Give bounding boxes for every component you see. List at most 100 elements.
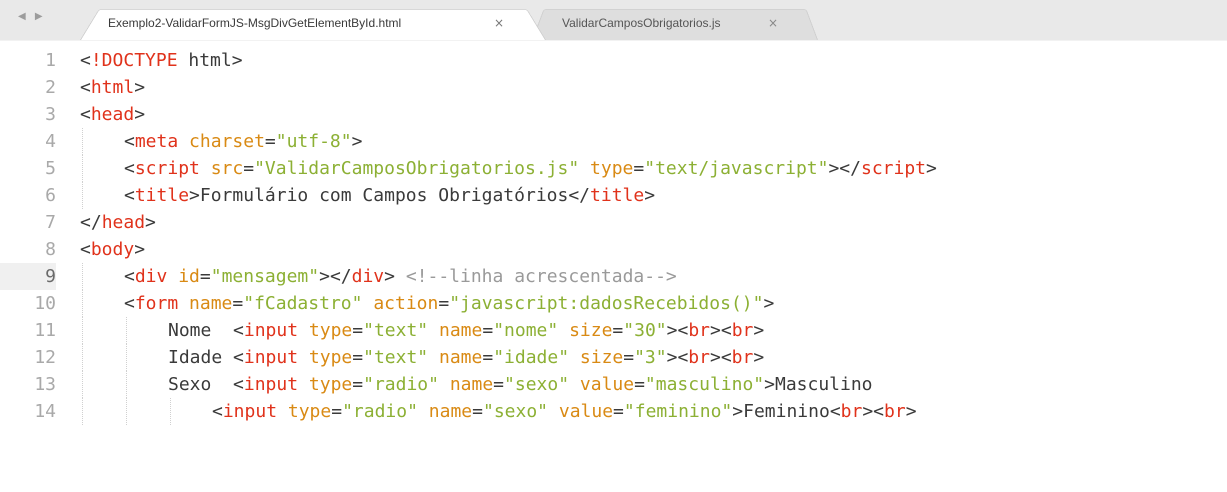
code-comment: <!--linha acrescentada--> [405, 266, 677, 287]
code-attribute: size [579, 347, 624, 368]
code-punctuation: = [472, 401, 483, 422]
code-punctuation: > [351, 131, 363, 152]
code-content: <head> [80, 101, 145, 128]
close-tab-icon[interactable]: × [768, 6, 778, 40]
indent-guide [126, 344, 127, 371]
code-line[interactable]: 14 <input type="radio" name="sexo" value=… [0, 398, 1227, 425]
code-editor-window: ◀ ▶ Exemplo2-ValidarFormJS-MsgDivGetElem… [0, 0, 1227, 492]
tab-label: Exemplo2-ValidarFormJS-MsgDivGetElementB… [108, 16, 402, 30]
code-punctuation: = [331, 401, 343, 422]
tab-bar: ◀ ▶ Exemplo2-ValidarFormJS-MsgDivGetElem… [0, 0, 1227, 41]
code-punctuation: > [145, 212, 156, 233]
code-punctuation: = [243, 158, 255, 179]
tab-nav-arrows-icon[interactable]: ◀ ▶ [18, 11, 46, 22]
code-punctuation: >< [710, 320, 732, 341]
code-line[interactable]: 2 <html> [0, 74, 1227, 101]
code-tag-name: br [731, 347, 754, 368]
code-content: <title>Formulário com Campos Obrigatório… [124, 182, 655, 209]
code-text: Feminino [743, 401, 830, 422]
code-attribute: charset [189, 131, 265, 152]
code-line[interactable]: 5 <script src="ValidarCamposObrigatorios.… [0, 155, 1227, 182]
code-punctuation: > [753, 347, 765, 368]
code-tag-name: div [351, 266, 385, 287]
code-tag-name: br [688, 347, 710, 368]
code-line[interactable]: 8 <body> [0, 236, 1227, 263]
indent-guide [82, 182, 83, 209]
code-line[interactable]: 7 </head> [0, 209, 1227, 236]
code-punctuation: > [905, 401, 917, 422]
code-text: Nome [168, 320, 234, 341]
code-punctuation: = [232, 293, 244, 314]
code-punctuation: < [212, 401, 223, 422]
code-line[interactable]: 13 Sexo <input type="radio" name="sexo" v… [0, 371, 1227, 398]
code-string: "text" [363, 320, 429, 341]
code-attribute: name [438, 347, 483, 368]
code-line[interactable]: 6 <title>Formulário com Campos Obrigatóri… [0, 182, 1227, 209]
code-attribute: value [558, 401, 614, 422]
code-tag-name: form [134, 293, 179, 314]
line-number: 11 [34, 320, 56, 341]
line-number: 10 [34, 293, 56, 314]
code-punctuation: = [633, 158, 645, 179]
code-text: Sexo [168, 374, 234, 395]
line-number: 5 [45, 158, 56, 179]
indent-guide [126, 317, 127, 344]
code-punctuation: = [482, 320, 494, 341]
code-content: <meta charset="utf-8"> [124, 128, 362, 155]
code-string: "nome" [493, 320, 559, 341]
code-string: "30" [623, 320, 667, 341]
code-punctuation: ></ [319, 266, 352, 287]
close-tab-icon[interactable]: × [494, 6, 504, 40]
code-line[interactable]: 4 <meta charset="utf-8"> [0, 128, 1227, 155]
tab-js-file[interactable]: ValidarCamposObrigatorios.js × [532, 6, 818, 40]
code-punctuation: = [634, 374, 645, 395]
line-number: 2 [45, 77, 56, 98]
code-content: <form name="fCadastro" action="javascrip… [124, 290, 774, 317]
code-punctuation: = [352, 320, 364, 341]
code-string: "radio" [363, 374, 439, 395]
code-tag-name: br [840, 401, 863, 422]
code-punctuation: > [134, 104, 146, 125]
code-content: <script src="ValidarCamposObrigatorios.j… [124, 155, 937, 182]
code-punctuation: > [134, 239, 146, 260]
code-line[interactable]: 3 <head> [0, 101, 1227, 128]
code-text: Idade [168, 347, 234, 368]
code-content: <body> [80, 236, 145, 263]
code-line[interactable]: 1 <!DOCTYPE html> [0, 47, 1227, 74]
code-tag-name: meta [134, 131, 179, 152]
code-punctuation: < [124, 266, 135, 287]
indent-guide [82, 290, 83, 317]
code-attribute: name [189, 293, 233, 314]
code-tag-name: input [222, 401, 278, 422]
code-punctuation: > [732, 401, 744, 422]
line-number: 3 [45, 104, 56, 125]
tab-html-file[interactable]: Exemplo2-ValidarFormJS-MsgDivGetElementB… [80, 6, 546, 40]
code-line[interactable]: 11 Nome <input type="text" name="nome" si… [0, 317, 1227, 344]
code-line[interactable]: 10 <form name="fCadastro" action="javascr… [0, 290, 1227, 317]
code-string: "ValidarCamposObrigatorios.js" [254, 158, 580, 179]
code-line[interactable]: 12 Idade <input type="text" name="idade" … [0, 344, 1227, 371]
indent-guide [82, 371, 83, 398]
code-line[interactable]: 9 <div id="mensagem"></div> <!--linha acr… [0, 263, 1227, 290]
code-punctuation: < [233, 347, 244, 368]
code-string: "sexo" [482, 401, 549, 422]
code-punctuation: < [80, 104, 91, 125]
code-string: "mensagem" [210, 266, 320, 287]
code-punctuation: > [644, 185, 656, 206]
code-attribute: type [308, 347, 353, 368]
code-area[interactable]: 1 <!DOCTYPE html> 2 <html> 3 <head> 4 <meta cha… [0, 41, 1227, 492]
code-punctuation: = [264, 131, 276, 152]
code-punctuation: > [926, 158, 937, 179]
code-punctuation: < [124, 293, 135, 314]
code-content: <div id="mensagem"></div> <!--linha acre… [124, 263, 677, 290]
line-number: 6 [45, 185, 56, 206]
